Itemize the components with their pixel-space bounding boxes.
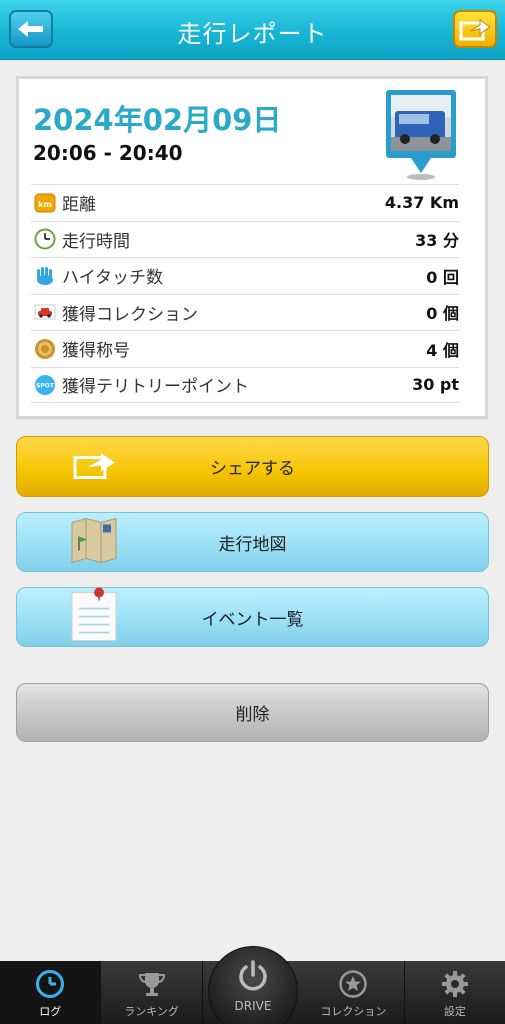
gear-icon: [441, 971, 468, 997]
trophy-icon: [138, 973, 165, 996]
drive-map-button-label: 走行地図: [218, 534, 287, 555]
star-icon: [339, 970, 368, 998]
tab-log[interactable]: ログ: [0, 961, 102, 1024]
stat-row-titles: 獲得称号 4 個: [31, 330, 459, 367]
drive-button[interactable]: DRIVE: [208, 946, 298, 1024]
spot-icon-text: SPOT: [36, 382, 55, 389]
power-icon: [239, 960, 267, 991]
pinned-note-icon: [69, 587, 119, 648]
clock-icon: [36, 970, 65, 998]
drive-photo-thumbnail[interactable]: [385, 89, 457, 181]
stat-row-distance: km 距離 4.37 Km: [31, 184, 459, 221]
share-button[interactable]: シェアする: [16, 436, 489, 497]
app-header: 走行レポート: [0, 0, 505, 60]
clock-icon: [34, 228, 56, 250]
stat-value: 0 回: [426, 267, 459, 287]
share-header-button[interactable]: [453, 10, 497, 48]
stat-row-territory-points: SPOT 獲得テリトリーポイント 30 pt: [31, 366, 459, 403]
stat-value: 4 個: [426, 340, 459, 360]
stat-label: 獲得称号: [62, 341, 130, 362]
drive-report-card: 2024年02月09日 20:06 - 20:40 km 距離 4.37 Km …: [16, 76, 488, 419]
tab-settings[interactable]: 設定: [405, 961, 505, 1024]
delete-button[interactable]: 削除: [16, 683, 489, 742]
stat-row-high-touch: ハイタッチ数 0 回: [31, 257, 459, 294]
delete-button-label: 削除: [235, 705, 270, 725]
report-date: 2024年02月09日: [33, 103, 282, 137]
spot-icon: SPOT: [34, 374, 56, 396]
title-medal-icon: [34, 338, 56, 360]
km-icon-text: km: [38, 200, 52, 209]
share-icon: [69, 448, 119, 485]
stat-label: 距離: [62, 195, 96, 216]
tab-settings-label: 設定: [443, 1005, 466, 1018]
stat-value: 33 分: [415, 231, 459, 251]
drive-button-label: DRIVE: [234, 999, 272, 1013]
share-button-label: シェアする: [210, 459, 295, 479]
event-list-button[interactable]: イベント一覧: [16, 587, 489, 647]
tab-collection[interactable]: コレクション: [303, 961, 405, 1024]
tab-ranking-label: ランキング: [124, 1005, 179, 1018]
page-title: 走行レポート: [177, 20, 328, 48]
stat-value: 4.37 Km: [384, 193, 459, 213]
stat-row-drive-time: 走行時間 33 分: [31, 220, 459, 258]
report-time-range: 20:06 - 20:40: [33, 141, 183, 165]
tab-ranking[interactable]: ランキング: [101, 961, 203, 1024]
high-touch-hand-icon: [34, 265, 56, 287]
tab-collection-label: コレクション: [320, 1005, 387, 1018]
stat-value: 0 個: [426, 304, 459, 324]
stat-label: 獲得テリトリーポイント: [62, 377, 249, 398]
car-collection-icon: [34, 301, 56, 323]
folded-map-icon: [69, 515, 119, 570]
km-icon: km: [34, 192, 56, 214]
stat-row-collection: 獲得コレクション 0 個: [31, 293, 459, 331]
stat-label: 獲得コレクション: [62, 304, 198, 325]
drive-map-button[interactable]: 走行地図: [16, 512, 489, 572]
stat-label: ハイタッチ数: [62, 268, 163, 289]
stat-value: 30 pt: [412, 375, 459, 395]
event-list-button-label: イベント一覧: [201, 609, 304, 630]
stat-label: 走行時間: [62, 231, 130, 252]
report-stats-list: km 距離 4.37 Km 走行時間 33 分 ハイタッチ数 0 回 獲得コレク…: [31, 184, 459, 403]
tab-log-label: ログ: [39, 1005, 62, 1018]
share-icon: [459, 19, 491, 41]
